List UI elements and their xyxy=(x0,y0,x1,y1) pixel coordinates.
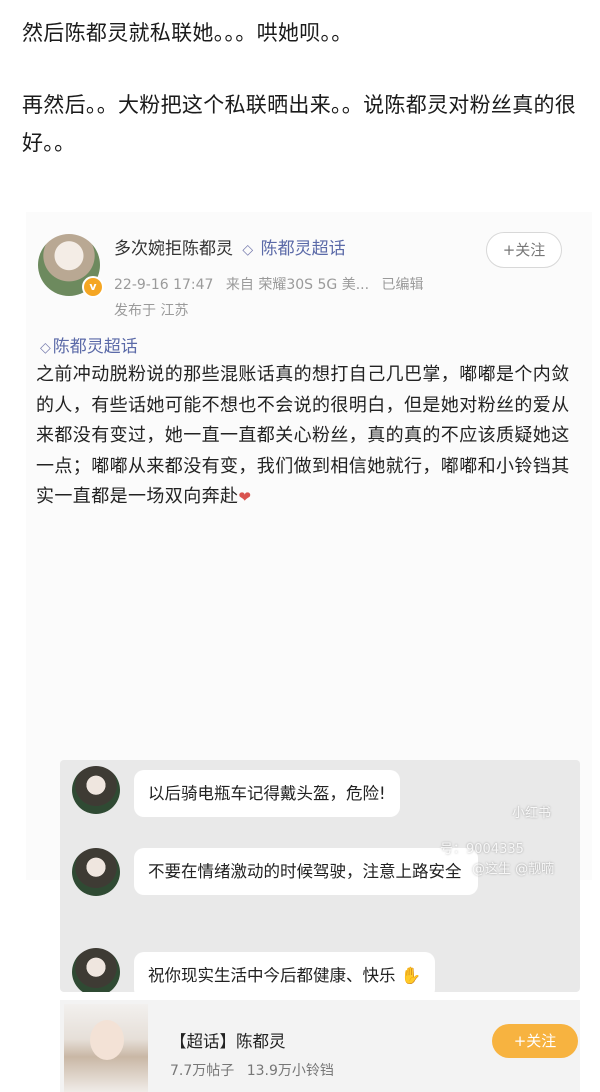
supertopic-thumbnail xyxy=(64,1004,148,1092)
post-source: 来自 荣耀30S 5G 美... xyxy=(225,277,370,293)
chat-message: 不要在情绪激动的时候驾驶，注意上路安全 xyxy=(60,848,478,896)
chat-avatar xyxy=(72,848,120,896)
supertopic-follow-button[interactable]: +关注 xyxy=(492,1024,578,1058)
fan-count: 13.9万小铃铛 xyxy=(246,1063,334,1079)
post-meta: 22-9-16 17:47 来自 荣耀30S 5G 美... 已编辑 xyxy=(114,274,432,294)
post-body: 之前冲动脱粉说的那些混账话真的想打自己几巴掌，嘟嘟是个内敛的人，有些话她可能不想… xyxy=(36,360,584,513)
supertopic-stats: 7.7万帖子 13.9万小铃铛 xyxy=(170,1060,342,1080)
watermark-user: @这生 @靓喃 xyxy=(472,862,555,877)
intro-line-1: 然后陈都灵就私联她。。。哄她呗。。 xyxy=(22,21,353,45)
author-name[interactable]: 多次婉拒陈都灵 xyxy=(114,239,233,259)
supertopic-banner[interactable]: 【超话】陈都灵 7.7万帖子 13.9万小铃铛 +关注 xyxy=(60,1000,580,1092)
post-edited: 已编辑 xyxy=(381,277,424,293)
post-date: 22-9-16 17:47 xyxy=(114,277,214,293)
supertopic-title: 【超话】陈都灵 xyxy=(170,1032,286,1051)
chat-bubble: 不要在情绪激动的时候驾驶，注意上路安全 xyxy=(134,848,478,895)
clap-icon: ✋ xyxy=(400,966,422,985)
post-location: 发布于 江苏 xyxy=(114,303,189,319)
watermark-logo: 小红书 xyxy=(512,806,552,821)
chat-message: 祝你现实生活中今后都健康、快乐 ✋ xyxy=(60,948,436,992)
chat-avatar xyxy=(72,948,120,992)
post-header: 多次婉拒陈都灵 ◇ 陈都灵超话 xyxy=(114,234,346,259)
verified-badge-icon: v xyxy=(82,276,104,298)
topic-link[interactable]: ◇ 陈都灵超话 xyxy=(36,332,138,357)
watermark-id: 号：9004335 xyxy=(440,842,524,857)
topic-link-label: 陈都灵超话 xyxy=(52,337,138,357)
diamond-icon: ◇ xyxy=(242,242,254,258)
chat-bubble-text: 祝你现实生活中今后都健康、快乐 xyxy=(148,966,396,985)
chat-message: 以后骑电瓶车记得戴头盔，危险! xyxy=(60,766,400,817)
thumbnail-face xyxy=(90,1020,124,1060)
chat-bubble: 以后骑电瓶车记得戴头盔，危险! xyxy=(134,770,400,817)
intro-line-2: 再然后。。大粉把这个私联晒出来。。说陈都灵对粉丝真的很好。。 xyxy=(22,93,577,155)
heart-icon: ❤ xyxy=(238,488,252,506)
diamond-icon: ◇ xyxy=(40,340,51,356)
follow-button[interactable]: +关注 xyxy=(486,232,562,268)
chat-bubble: 祝你现实生活中今后都健康、快乐 ✋ xyxy=(134,952,436,992)
post-body-text: 之前冲动脱粉说的那些混账话真的想打自己几巴掌，嘟嘟是个内敛的人，有些话她可能不想… xyxy=(36,364,570,507)
topic-tag-inline[interactable]: 陈都灵超话 xyxy=(261,239,346,259)
weibo-post-card: v 多次婉拒陈都灵 ◇ 陈都灵超话 +关注 22-9-16 17:47 来自 荣… xyxy=(26,212,592,1092)
post-count: 7.7万帖子 xyxy=(170,1063,235,1079)
chat-avatar xyxy=(72,766,120,814)
